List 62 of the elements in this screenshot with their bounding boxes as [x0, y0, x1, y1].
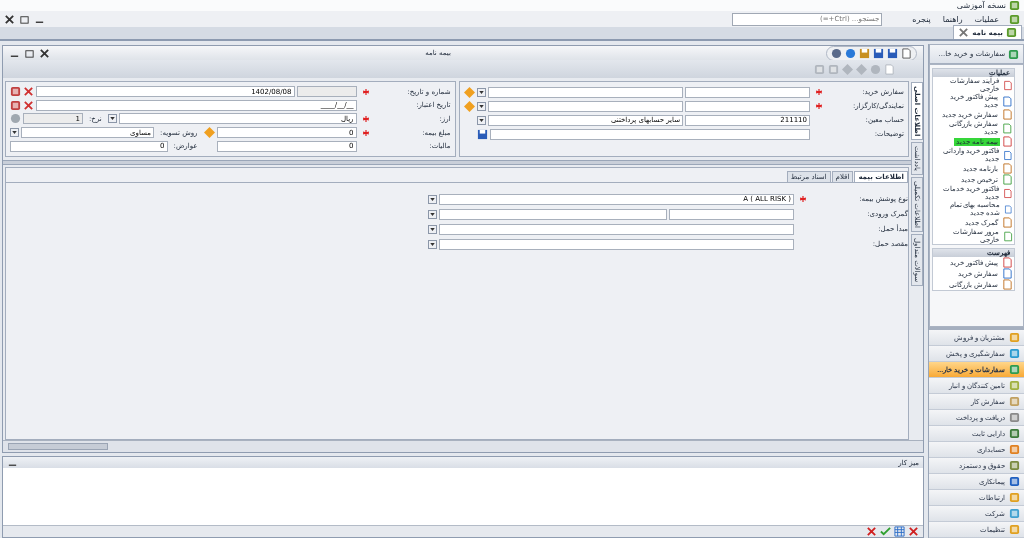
caret-icon — [478, 104, 484, 108]
dropdown-button[interactable] — [476, 101, 486, 111]
document-icon[interactable] — [901, 47, 912, 59]
dropdown-button[interactable] — [476, 115, 486, 125]
dropdown-button[interactable] — [428, 209, 437, 219]
save-icon[interactable] — [887, 47, 898, 59]
tile-icon — [1009, 380, 1020, 391]
tile-icon — [1009, 444, 1020, 455]
tile-icon — [1009, 364, 1020, 375]
scroll-thumb[interactable] — [8, 443, 108, 450]
close-icon[interactable] — [39, 47, 50, 59]
tile-icon — [1009, 476, 1020, 487]
caret-icon — [430, 227, 435, 231]
tile-icon — [1009, 428, 1020, 439]
input-field[interactable] — [439, 223, 794, 235]
caret-icon — [478, 90, 484, 94]
restore-icon[interactable] — [24, 47, 35, 59]
input-field[interactable] — [439, 208, 667, 220]
dropdown-button[interactable] — [428, 224, 437, 234]
caret-icon — [430, 197, 435, 201]
dropdown-button[interactable] — [428, 194, 437, 204]
clear-icon[interactable] — [23, 99, 34, 111]
input-field[interactable] — [685, 100, 810, 112]
tile-icon — [1009, 460, 1020, 471]
tile-icon — [1009, 492, 1020, 503]
caret-icon — [109, 117, 115, 121]
tile-icon — [1009, 348, 1020, 359]
input-field[interactable] — [296, 86, 357, 98]
menu-item[interactable]: پنجره — [910, 14, 933, 24]
caret-icon — [430, 242, 435, 246]
save-icon[interactable] — [476, 128, 488, 140]
restore-icon[interactable] — [19, 13, 30, 25]
dropdown-button[interactable] — [107, 114, 117, 124]
input-field[interactable] — [487, 100, 683, 112]
menu-item[interactable]: عملیات — [972, 14, 1001, 24]
dropdown-button[interactable] — [428, 239, 437, 249]
caret-icon — [430, 212, 435, 216]
menu-item[interactable]: راهنما — [940, 14, 965, 24]
tile-icon — [1009, 332, 1020, 343]
grid-icon[interactable] — [894, 526, 905, 537]
tile-icon — [1009, 396, 1020, 407]
dropdown-button[interactable] — [10, 128, 19, 138]
tile-icon — [1009, 412, 1020, 423]
input-field[interactable] — [487, 86, 683, 98]
clear-icon[interactable] — [23, 86, 34, 98]
caret-icon — [12, 131, 17, 135]
input-field[interactable] — [685, 86, 810, 98]
caret-icon — [478, 118, 484, 122]
save-icon[interactable] — [859, 47, 870, 59]
module-icon — [1008, 48, 1019, 60]
tile-icon — [1009, 524, 1020, 535]
input-field[interactable] — [489, 128, 810, 140]
check-icon[interactable] — [880, 526, 891, 537]
app-title: نسخه آموزشی — [956, 1, 1006, 10]
input-field[interactable] — [439, 238, 794, 250]
input-field[interactable] — [669, 208, 794, 220]
dropdown-button[interactable] — [476, 87, 486, 97]
tile-icon — [1009, 508, 1020, 519]
app-icon — [1006, 27, 1017, 38]
app-icon — [1009, 13, 1020, 25]
save-icon[interactable] — [873, 47, 884, 59]
close-icon[interactable] — [4, 13, 15, 25]
